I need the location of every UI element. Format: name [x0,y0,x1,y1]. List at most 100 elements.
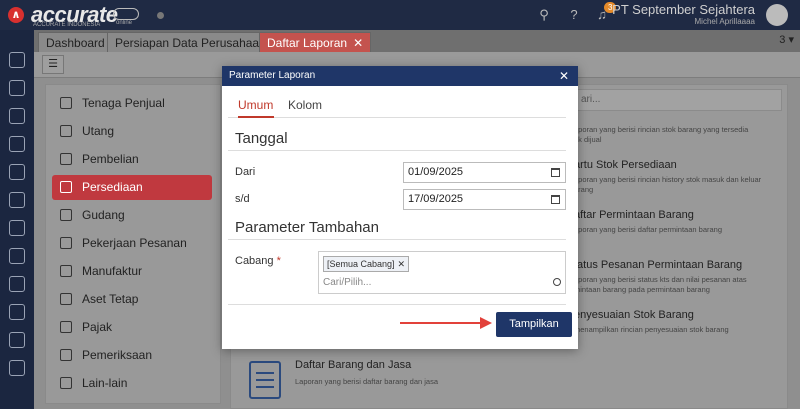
cart-icon[interactable] [9,220,25,236]
dialog-tabs: Umum Kolom [228,96,566,118]
menu-item-utang[interactable]: Utang [52,119,212,144]
menu-item-lain-lain[interactable]: Lain-lain [52,371,212,396]
menu-item-pajak[interactable]: Pajak [52,315,212,340]
menu-label: Pembelian [82,152,139,166]
date-to-field[interactable]: 17/09/2025 [403,189,566,210]
tab-umum[interactable]: Umum [238,96,274,118]
report-title[interactable]: enyesuaian Stok Barang [574,309,694,321]
top-bar: ∧ accurate ACCURATE INDONESIA online ⚲ ?… [0,0,800,30]
menu-item-manufaktur[interactable]: Manufaktur [52,259,212,284]
chip-label: [Semua Cabang] [327,259,395,269]
sales-icon[interactable] [9,80,25,96]
menu-label: Pekerjaan Pesanan [82,236,187,250]
report-title[interactable]: Daftar Barang dan Jasa [295,359,411,371]
calculator-icon[interactable] [9,332,25,348]
brand-subtitle: ACCURATE INDONESIA [33,22,101,28]
building-icon[interactable] [9,108,25,124]
cabang-label: Cabang * [235,255,281,267]
menu-item-tenaga-penjual[interactable]: Tenaga Penjual [52,91,212,116]
search-icon[interactable] [553,278,561,286]
asset-icon [60,293,72,305]
tab-label: Daftar Laporan [267,36,348,50]
report-category-menu: Tenaga Penjual Utang Pembelian Persediaa… [45,84,221,404]
date-from-field[interactable]: 01/09/2025 [403,162,566,183]
report-icon[interactable] [9,360,25,376]
audit-icon [60,349,72,361]
tampilkan-button[interactable]: Tampilkan [496,312,572,337]
tab-daftar-laporan[interactable]: Daftar Laporan ✕ [259,32,372,52]
list-view-button[interactable]: ☰ [42,55,64,74]
calendar-icon[interactable] [551,195,560,204]
accurate-logo-icon: ∧ [8,7,24,23]
required-mark: * [276,255,281,267]
report-title[interactable]: artu Stok Persediaan [574,159,677,171]
cabang-label-text: Cabang [235,255,274,267]
cabang-search-input[interactable]: Cari/Pilih... [323,277,371,288]
dari-label: Dari [235,166,256,178]
menu-item-pekerjaan-pesanan[interactable]: Pekerjaan Pesanan [52,231,212,256]
dialog-title: Parameter Laporan [229,70,316,81]
cloud-icon [113,8,139,20]
menu-item-pemeriksaan[interactable]: Pemeriksaan [52,343,212,368]
menu-item-aset-tetap[interactable]: Aset Tetap [52,287,212,312]
avatar[interactable] [766,4,788,26]
menu-label: Manufaktur [82,264,143,278]
report-desc: oporan yang berisi daftar permintaan bar… [574,225,723,234]
calendar-icon[interactable] [551,168,560,177]
tab-persiapan-data[interactable]: Persiapan Data Perusahaan [107,32,274,52]
report-title[interactable]: aftar Permintaan Barang [574,209,694,221]
factory-icon[interactable] [9,276,25,292]
menu-item-persediaan[interactable]: Persediaan [52,175,212,200]
divider [228,150,566,151]
close-tab-icon[interactable]: ✕ [353,36,363,50]
inventory-icon [60,181,72,193]
section-parameter-tambahan: Parameter Tambahan [235,219,379,236]
menu-item-pembelian[interactable]: Pembelian [52,147,212,172]
left-rail [0,30,34,409]
salesperson-icon [60,97,72,109]
purchase-icon [60,153,72,165]
cabang-select[interactable]: [Semua Cabang] ✕ Cari/Pilih... [318,251,566,294]
tab-overflow-count: 3 [779,34,786,46]
sd-label: s/d [235,193,250,205]
menu-label: Gudang [82,208,125,222]
tab-dashboard[interactable]: Dashboard [38,32,113,52]
job-order-icon [60,237,72,249]
report-desc: oporan yang berisi rincian history stok … [574,175,762,194]
close-icon[interactable]: ✕ [559,66,569,86]
dialog-header: Parameter Laporan ✕ [222,66,578,86]
help-icon[interactable]: ? [565,6,583,24]
warehouse-icon [60,209,72,221]
report-desc: oporan yang berisi status kts dan nilai … [574,275,747,294]
tab-label: Persiapan Data Perusahaan [115,36,266,50]
user-name: Michel Aprillaaaa [694,17,755,26]
register-icon[interactable] [9,304,25,320]
tax-icon [60,321,72,333]
company-name: PT September Sejahtera [612,2,755,17]
settings-icon[interactable] [9,52,25,68]
status-dot-icon [157,12,164,19]
report-title[interactable]: tatus Pesanan Permintaan Barang [574,259,742,271]
tab-kolom[interactable]: Kolom [288,96,322,118]
annotation-arrow-icon [480,317,492,329]
truck-icon[interactable] [9,248,25,264]
menu-label: Pemeriksaan [82,348,153,362]
menu-item-gudang[interactable]: Gudang [52,203,212,228]
date-from-value: 01/09/2025 [408,166,464,178]
list-icon [60,377,72,389]
warehouse-icon[interactable] [9,164,25,180]
document-icon[interactable] [9,136,25,152]
debt-icon [60,125,72,137]
search-icon[interactable]: ⚲ [535,6,553,24]
annotation-arrow-line [400,322,482,324]
date-to-value: 17/09/2025 [408,193,464,205]
factory-icon [60,265,72,277]
divider [228,239,566,240]
tab-overflow[interactable]: 3 ▾ [779,33,794,46]
money-bag-icon[interactable] [9,192,25,208]
search-input[interactable]: ari... [574,89,782,111]
parameter-dialog: Parameter Laporan ✕ Umum Kolom Tanggal D… [222,66,578,349]
remove-chip-icon[interactable]: ✕ [398,259,406,269]
selected-cabang-chip[interactable]: [Semua Cabang] ✕ [323,256,410,272]
cloud-label: online [116,20,133,26]
